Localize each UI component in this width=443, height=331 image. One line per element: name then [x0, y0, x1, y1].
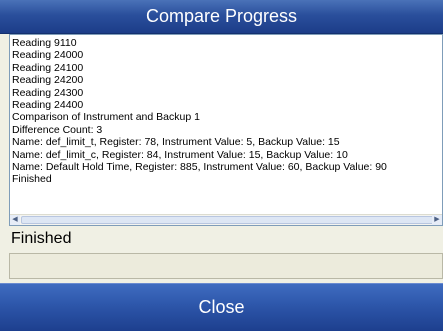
status-field: [9, 253, 443, 279]
scroll-left-arrow-icon[interactable]: ◀: [10, 215, 20, 225]
log-line: Reading 24000: [12, 49, 84, 62]
log-line: Reading 24400: [12, 99, 84, 112]
horizontal-scrollbar[interactable]: ◀ ▶: [10, 214, 442, 225]
status-label: Finished: [11, 230, 72, 247]
log-line: Name: def_limit_c, Register: 84, Instrum…: [12, 148, 348, 161]
window-title: Compare Progress: [145, 6, 298, 26]
scrollbar-thumb[interactable]: [21, 216, 439, 224]
log-line: Difference Count: 3: [12, 123, 103, 136]
log-line: Finished: [12, 173, 52, 186]
log-line: Reading 9110: [12, 37, 77, 49]
log-line: Name: Default Hold Time, Register: 885, …: [12, 161, 387, 174]
scroll-right-arrow-icon[interactable]: ▶: [432, 215, 442, 225]
log-line: Reading 24300: [12, 86, 84, 99]
log-lines: Reading 9110 Reading 24000 Reading 24100…: [12, 37, 442, 213]
close-button[interactable]: Close: [0, 283, 443, 331]
log-line: Reading 24100: [12, 61, 84, 74]
title-bar: Compare Progress: [0, 0, 443, 34]
log-line: Reading 24200: [12, 74, 84, 87]
log-line: Name: def_limit_t, Register: 78, Instrum…: [12, 136, 340, 149]
progress-log[interactable]: Reading 9110 Reading 24000 Reading 24100…: [9, 34, 443, 226]
log-line: Comparison of Instrument and Backup 1: [12, 111, 200, 124]
